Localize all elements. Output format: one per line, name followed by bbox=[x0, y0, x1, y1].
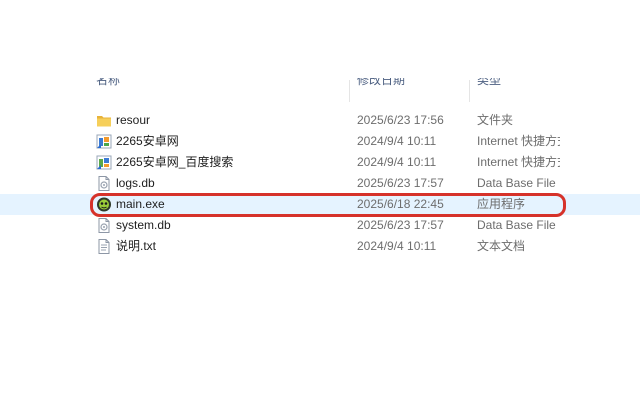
file-row-2265-shortcut[interactable]: 2265安卓网 2024/9/4 10:11 Internet 快捷方式 bbox=[0, 131, 640, 152]
file-type: 文件夹 bbox=[477, 113, 514, 127]
file-name: main.exe bbox=[116, 197, 165, 211]
file-type: Internet 快捷方式 bbox=[477, 155, 560, 169]
internet-shortcut-icon bbox=[96, 154, 112, 171]
file-date: 2025/6/23 17:56 bbox=[357, 113, 444, 127]
file-row-main-exe[interactable]: main.exe 2025/6/18 22:45 应用程序 bbox=[0, 194, 640, 215]
file-type: Data Base File bbox=[477, 218, 556, 232]
column-divider[interactable] bbox=[349, 80, 350, 102]
file-type: 文本文档 bbox=[477, 239, 526, 253]
file-date: 2025/6/23 17:57 bbox=[357, 176, 444, 190]
file-row-system-db[interactable]: system.db 2025/6/23 17:57 Data Base File bbox=[0, 215, 640, 236]
file-row-2265-baidu-shortcut[interactable]: 2265安卓网_百度搜索 2024/9/4 10:11 Internet 快捷方… bbox=[0, 152, 640, 173]
file-type: Data Base File bbox=[477, 176, 556, 190]
file-name: 2265安卓网 bbox=[116, 134, 179, 148]
file-type: 应用程序 bbox=[477, 197, 526, 211]
file-date: 2024/9/4 10:11 bbox=[357, 134, 437, 148]
db-file-icon bbox=[96, 217, 112, 234]
internet-shortcut-icon bbox=[96, 133, 112, 150]
column-header-name[interactable]: 名称 bbox=[96, 78, 346, 102]
column-divider[interactable] bbox=[469, 80, 470, 102]
file-name: logs.db bbox=[116, 176, 155, 190]
file-name: 说明.txt bbox=[116, 239, 157, 253]
file-row-logs-db[interactable]: logs.db 2025/6/23 17:57 Data Base File bbox=[0, 173, 640, 194]
file-name: 2265安卓网_百度搜索 bbox=[116, 155, 234, 169]
file-date: 2025/6/23 17:57 bbox=[357, 218, 444, 232]
file-date: 2025/6/18 22:45 bbox=[357, 197, 444, 211]
text-file-icon bbox=[96, 238, 112, 255]
file-name: system.db bbox=[116, 218, 171, 232]
folder-icon bbox=[96, 112, 112, 129]
column-header: 名称 修改日期 类型 bbox=[0, 78, 640, 102]
file-row-readme-txt[interactable]: 说明.txt 2024/9/4 10:11 文本文档 bbox=[0, 236, 640, 257]
exe-app-icon bbox=[96, 196, 112, 213]
file-name: resour bbox=[116, 113, 151, 127]
db-file-icon bbox=[96, 175, 112, 192]
column-header-type[interactable]: 类型 bbox=[477, 78, 567, 102]
file-date: 2024/9/4 10:11 bbox=[357, 155, 437, 169]
column-header-date[interactable]: 修改日期 bbox=[357, 78, 467, 102]
file-row-resour[interactable]: resour 2025/6/23 17:56 文件夹 bbox=[0, 110, 640, 131]
file-list: resour 2025/6/23 17:56 文件夹 2265安卓网 2024/… bbox=[0, 110, 640, 257]
file-date: 2024/9/4 10:11 bbox=[357, 239, 437, 253]
file-type: Internet 快捷方式 bbox=[477, 134, 560, 148]
